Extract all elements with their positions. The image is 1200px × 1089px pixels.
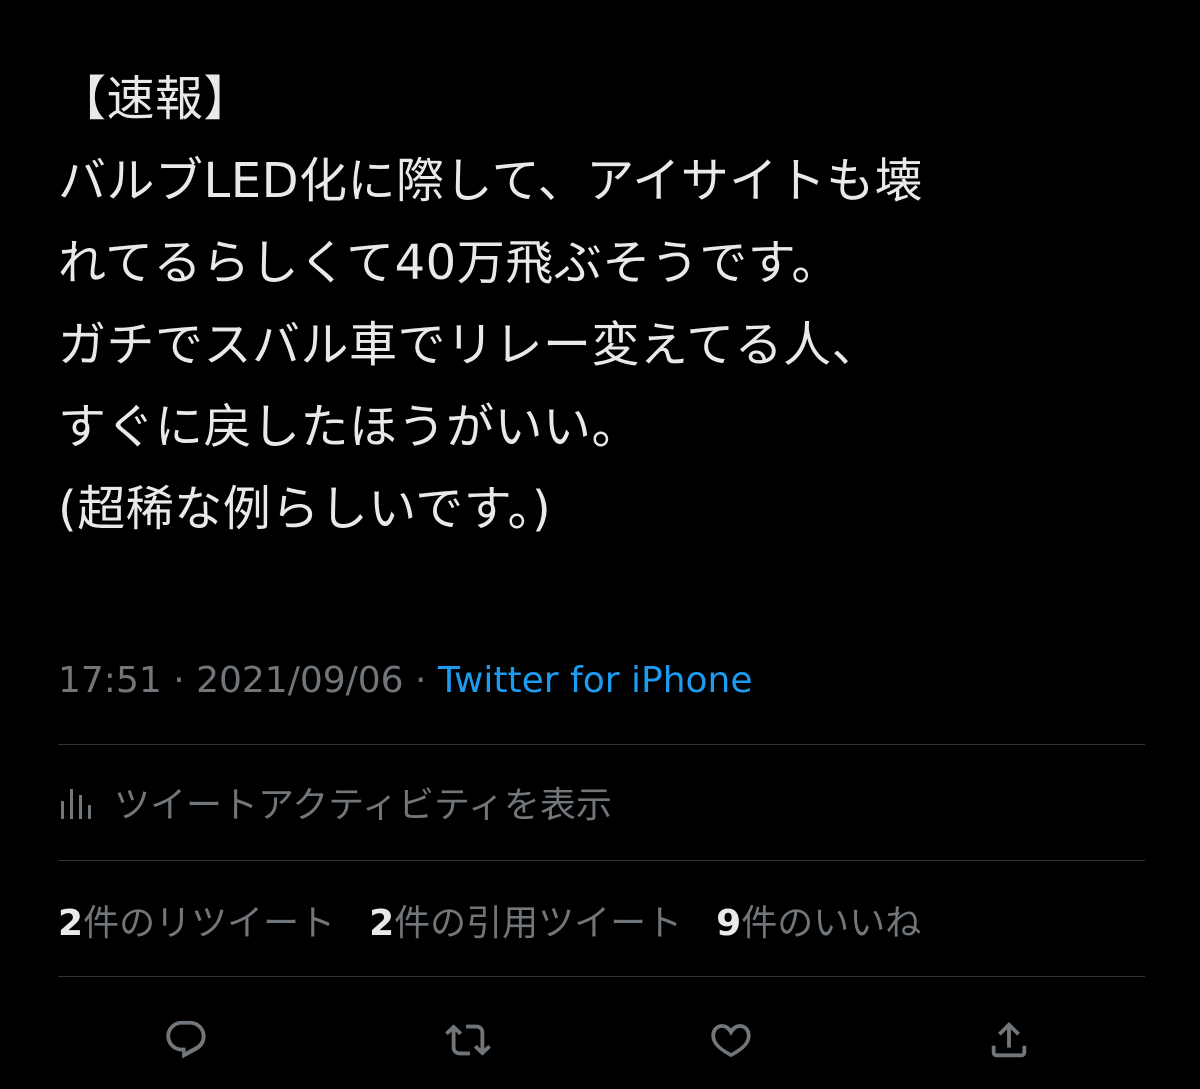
- meta-separator: ·: [161, 660, 197, 701]
- retweets-label: 件のリツイート: [83, 903, 336, 944]
- likes-count: 9: [716, 903, 742, 944]
- quotes-stat[interactable]: 2件の引用ツイート: [369, 894, 682, 946]
- heart-icon: [711, 1024, 751, 1057]
- tweet-line: バルブLED化に際して、アイサイトも壊: [58, 153, 924, 209]
- tweet-meta: 17:51 · 2021/09/06 · Twitter for iPhone: [58, 656, 753, 706]
- divider: [58, 976, 1145, 977]
- tweet-line: すぐに戻したほうがいい。: [58, 399, 641, 455]
- tweet-activity-label: ツイートアクティビティを表示: [114, 785, 612, 826]
- tweet-date[interactable]: 2021/09/06: [196, 660, 404, 701]
- quotes-count: 2: [369, 903, 395, 944]
- share-icon: [991, 1021, 1027, 1058]
- tweet-stats: 2件のリツイート 2件の引用ツイート 9件のいいね: [58, 892, 955, 948]
- tweet-line: ガチでスバル車でリレー変えてる人、: [58, 317, 881, 373]
- tweet-line: れてるらしくて40万飛ぶそうです。: [58, 235, 840, 291]
- tweet-time[interactable]: 17:51: [58, 660, 162, 701]
- bar-chart-icon: [61, 789, 91, 819]
- tweet-activity-link[interactable]: ツイートアクティビティを表示: [58, 772, 612, 832]
- likes-stat[interactable]: 9件のいいね: [716, 894, 921, 946]
- tweet-actions: [0, 1012, 1200, 1068]
- reply-icon: [166, 1020, 206, 1059]
- retweets-stat[interactable]: 2件のリツイート: [58, 894, 335, 946]
- divider: [58, 744, 1145, 745]
- share-button[interactable]: [981, 1012, 1037, 1068]
- tweet-line: 【速報】: [58, 71, 253, 127]
- retweet-button[interactable]: [440, 1012, 496, 1068]
- tweet-text: 【速報】 バルブLED化に際して、アイサイトも壊 れてるらしくて40万飛ぶそうで…: [58, 58, 1158, 550]
- reply-button[interactable]: [158, 1012, 214, 1068]
- quotes-label: 件の引用ツイート: [394, 903, 683, 944]
- like-button[interactable]: [703, 1012, 759, 1068]
- tweet-line: (超稀な例らしいです。): [58, 481, 552, 537]
- divider: [58, 860, 1145, 861]
- retweets-count: 2: [58, 903, 84, 944]
- retweet-icon: [445, 1024, 491, 1056]
- likes-label: 件のいいね: [741, 903, 922, 944]
- meta-separator: ·: [403, 660, 438, 701]
- tweet-source-link[interactable]: Twitter for iPhone: [438, 660, 753, 701]
